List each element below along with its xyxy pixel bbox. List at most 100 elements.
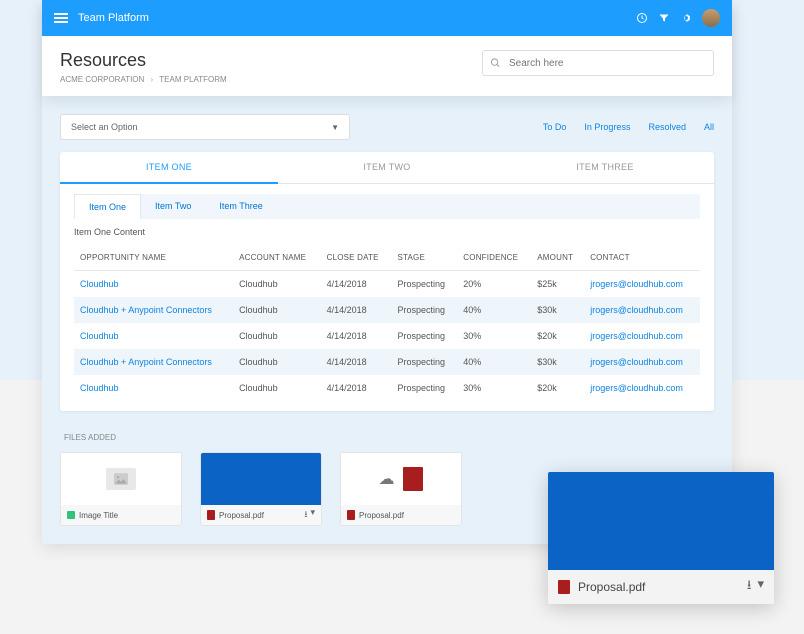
image-icon xyxy=(67,511,75,519)
opportunity-table: OPPORTUNITY NAME ACCOUNT NAME CLOSE DATE… xyxy=(74,245,700,401)
contact-link[interactable]: jrogers@cloudhub.com xyxy=(590,279,683,289)
chevron-down-icon[interactable]: ▾ xyxy=(757,576,764,598)
status-in-progress[interactable]: In Progress xyxy=(584,122,630,132)
breadcrumb-item[interactable]: ACME CORPORATION xyxy=(60,75,144,84)
select-label: Select an Option xyxy=(71,122,138,132)
tab-content-label: Item One Content xyxy=(74,227,700,237)
file-preview xyxy=(201,453,321,505)
cell-stage: Prospecting xyxy=(391,323,457,349)
gear-icon[interactable] xyxy=(680,12,692,24)
file-footer: Proposal.pdf ⭳▾ xyxy=(201,505,321,525)
status-resolved[interactable]: Resolved xyxy=(648,122,686,132)
th-stage: STAGE xyxy=(391,245,457,271)
table-row: Cloudhub + Anypoint Connectors Cloudhub4/… xyxy=(74,297,700,323)
search-icon xyxy=(490,58,501,69)
popup-file-name: Proposal.pdf xyxy=(578,580,645,594)
filter-icon[interactable] xyxy=(658,12,670,24)
cell-conf: 30% xyxy=(457,323,531,349)
cell-amt: $20k xyxy=(531,375,584,401)
file-card[interactable]: ☁ Proposal.pdf xyxy=(340,452,462,526)
chevron-down-icon[interactable]: ▾ xyxy=(310,507,315,523)
cell-conf: 40% xyxy=(457,349,531,375)
app-header: Team Platform xyxy=(42,0,732,36)
chevron-down-icon: ▼ xyxy=(331,123,339,132)
search-input[interactable] xyxy=(482,50,714,76)
status-all[interactable]: All xyxy=(704,122,714,132)
popup-preview-area[interactable] xyxy=(548,472,774,570)
cell-stage: Prospecting xyxy=(391,271,457,298)
pdf-icon xyxy=(558,580,570,594)
contact-link[interactable]: jrogers@cloudhub.com xyxy=(590,331,683,341)
cell-conf: 40% xyxy=(457,297,531,323)
files-section-label: FILES ADDED xyxy=(64,433,710,442)
opportunity-link[interactable]: Cloudhub xyxy=(80,331,119,341)
page-title: Resources xyxy=(60,50,227,71)
menu-icon[interactable] xyxy=(54,13,68,23)
cell-amt: $20k xyxy=(531,323,584,349)
file-title: Proposal.pdf xyxy=(359,511,404,520)
cell-conf: 30% xyxy=(457,375,531,401)
subtab-item-three[interactable]: Item Three xyxy=(205,194,276,219)
file-footer: Proposal.pdf xyxy=(341,505,461,525)
pdf-icon xyxy=(347,510,355,520)
clock-icon[interactable] xyxy=(636,12,648,24)
cell-acct: Cloudhub xyxy=(233,297,321,323)
big-tab-bar: ITEM ONE ITEM TWO ITEM THREE xyxy=(60,152,714,184)
contact-link[interactable]: jrogers@cloudhub.com xyxy=(590,305,683,315)
page-header: Resources ACME CORPORATION › TEAM PLATFO… xyxy=(42,36,732,96)
tab-item-one[interactable]: ITEM ONE xyxy=(60,152,278,184)
th-contact: CONTACT xyxy=(584,245,700,271)
contact-link[interactable]: jrogers@cloudhub.com xyxy=(590,357,683,367)
th-acct: ACCOUNT NAME xyxy=(233,245,321,271)
cell-conf: 20% xyxy=(457,271,531,298)
table-row: CloudhubCloudhub4/14/2018Prospecting20%$… xyxy=(74,271,700,298)
cell-amt: $30k xyxy=(531,297,584,323)
status-filter-group: To Do In Progress Resolved All xyxy=(543,122,714,132)
sub-tab-bar: Item One Item Two Item Three xyxy=(74,194,700,219)
tab-item-three[interactable]: ITEM THREE xyxy=(496,152,714,183)
avatar[interactable] xyxy=(702,9,720,27)
pdf-icon xyxy=(207,510,215,520)
contact-link[interactable]: jrogers@cloudhub.com xyxy=(590,383,683,393)
file-card[interactable]: Proposal.pdf ⭳▾ xyxy=(200,452,322,526)
option-select[interactable]: Select an Option ▼ xyxy=(60,114,350,140)
table-row: CloudhubCloudhub4/14/2018Prospecting30%$… xyxy=(74,323,700,349)
app-title: Team Platform xyxy=(78,12,149,24)
th-amt: AMOUNT xyxy=(531,245,584,271)
cell-date: 4/14/2018 xyxy=(321,349,392,375)
cell-acct: Cloudhub xyxy=(233,375,321,401)
opportunity-link[interactable]: Cloudhub + Anypoint Connectors xyxy=(80,305,212,315)
subtab-item-two[interactable]: Item Two xyxy=(141,194,205,219)
chevron-right-icon: › xyxy=(151,75,154,84)
file-title: Image Title xyxy=(79,511,118,520)
opportunity-link[interactable]: Cloudhub + Anypoint Connectors xyxy=(80,357,212,367)
file-preview-popup: Proposal.pdf ⭳ ▾ xyxy=(548,472,774,604)
cell-stage: Prospecting xyxy=(391,297,457,323)
breadcrumb: ACME CORPORATION › TEAM PLATFORM xyxy=(60,75,227,84)
cell-date: 4/14/2018 xyxy=(321,375,392,401)
pdf-icon xyxy=(403,467,423,491)
cell-acct: Cloudhub xyxy=(233,349,321,375)
file-title: Proposal.pdf xyxy=(219,511,264,520)
cell-amt: $25k xyxy=(531,271,584,298)
image-placeholder-icon xyxy=(106,468,136,490)
cell-stage: Prospecting xyxy=(391,375,457,401)
opportunity-link[interactable]: Cloudhub xyxy=(80,383,119,393)
file-card[interactable]: Image Title xyxy=(60,452,182,526)
cell-stage: Prospecting xyxy=(391,349,457,375)
cell-date: 4/14/2018 xyxy=(321,297,392,323)
download-icon[interactable]: ⭳ xyxy=(304,507,307,523)
table-row: Cloudhub + Anypoint Connectors Cloudhub4/… xyxy=(74,349,700,375)
subtab-item-one[interactable]: Item One xyxy=(74,194,141,219)
cell-amt: $30k xyxy=(531,349,584,375)
cell-acct: Cloudhub xyxy=(233,323,321,349)
download-icon[interactable]: ⭳ xyxy=(747,576,752,598)
tab-item-two[interactable]: ITEM TWO xyxy=(278,152,496,183)
file-footer: Image Title xyxy=(61,505,181,525)
cell-acct: Cloudhub xyxy=(233,271,321,298)
cell-date: 4/14/2018 xyxy=(321,323,392,349)
opportunity-link[interactable]: Cloudhub xyxy=(80,279,119,289)
breadcrumb-item[interactable]: TEAM PLATFORM xyxy=(159,75,226,84)
table-row: CloudhubCloudhub4/14/2018Prospecting30%$… xyxy=(74,375,700,401)
status-todo[interactable]: To Do xyxy=(543,122,567,132)
